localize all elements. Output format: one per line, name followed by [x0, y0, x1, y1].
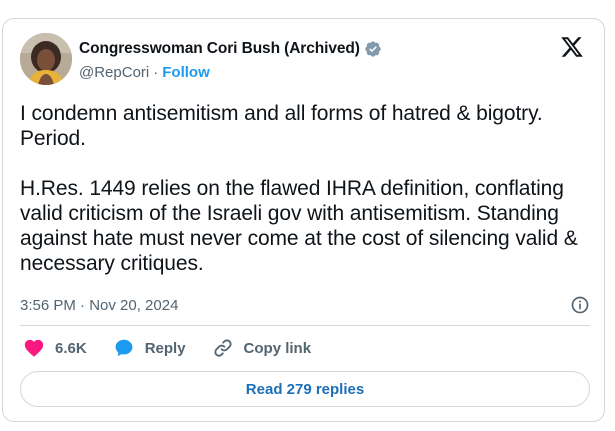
x-logo-icon[interactable]	[560, 35, 584, 59]
verified-badge-icon	[365, 41, 381, 57]
info-icon[interactable]	[570, 295, 590, 315]
avatar[interactable]	[20, 33, 72, 85]
link-icon	[213, 339, 232, 357]
author-handle[interactable]: @RepCori	[79, 64, 149, 81]
follow-button[interactable]: Follow	[162, 64, 210, 81]
separator-dot: ·	[153, 64, 159, 81]
tweet-card: Congresswoman Cori Bush (Archived) @RepC…	[2, 18, 605, 422]
avatar-image	[20, 33, 72, 85]
speech-bubble-icon	[115, 339, 133, 357]
copy-link-button[interactable]: Copy link	[212, 337, 312, 359]
divider	[20, 325, 590, 326]
read-replies-label: Read 279 replies	[245, 380, 365, 398]
reply-label: Reply	[144, 339, 186, 357]
author-name-row: Congresswoman Cori Bush (Archived)	[79, 39, 382, 59]
copy-link-label: Copy link	[243, 339, 312, 357]
tweet-meta-row: 3:56 PM · Nov 20, 2024	[20, 295, 590, 315]
like-button[interactable]: 6.6K	[23, 337, 87, 359]
action-bar: 6.6K Reply Copy link	[23, 337, 337, 359]
tweet-timestamp[interactable]: 3:56 PM · Nov 20, 2024	[20, 297, 178, 314]
author-handle-row: @RepCori · Follow	[79, 64, 210, 81]
author-display-name[interactable]: Congresswoman Cori Bush (Archived)	[79, 40, 360, 58]
tweet-text: I condemn antisemitism and all forms of …	[20, 102, 578, 275]
reply-button[interactable]: Reply	[113, 337, 186, 359]
read-replies-button[interactable]: Read 279 replies	[20, 371, 590, 407]
heart-icon	[24, 339, 44, 357]
like-count: 6.6K	[55, 339, 87, 357]
